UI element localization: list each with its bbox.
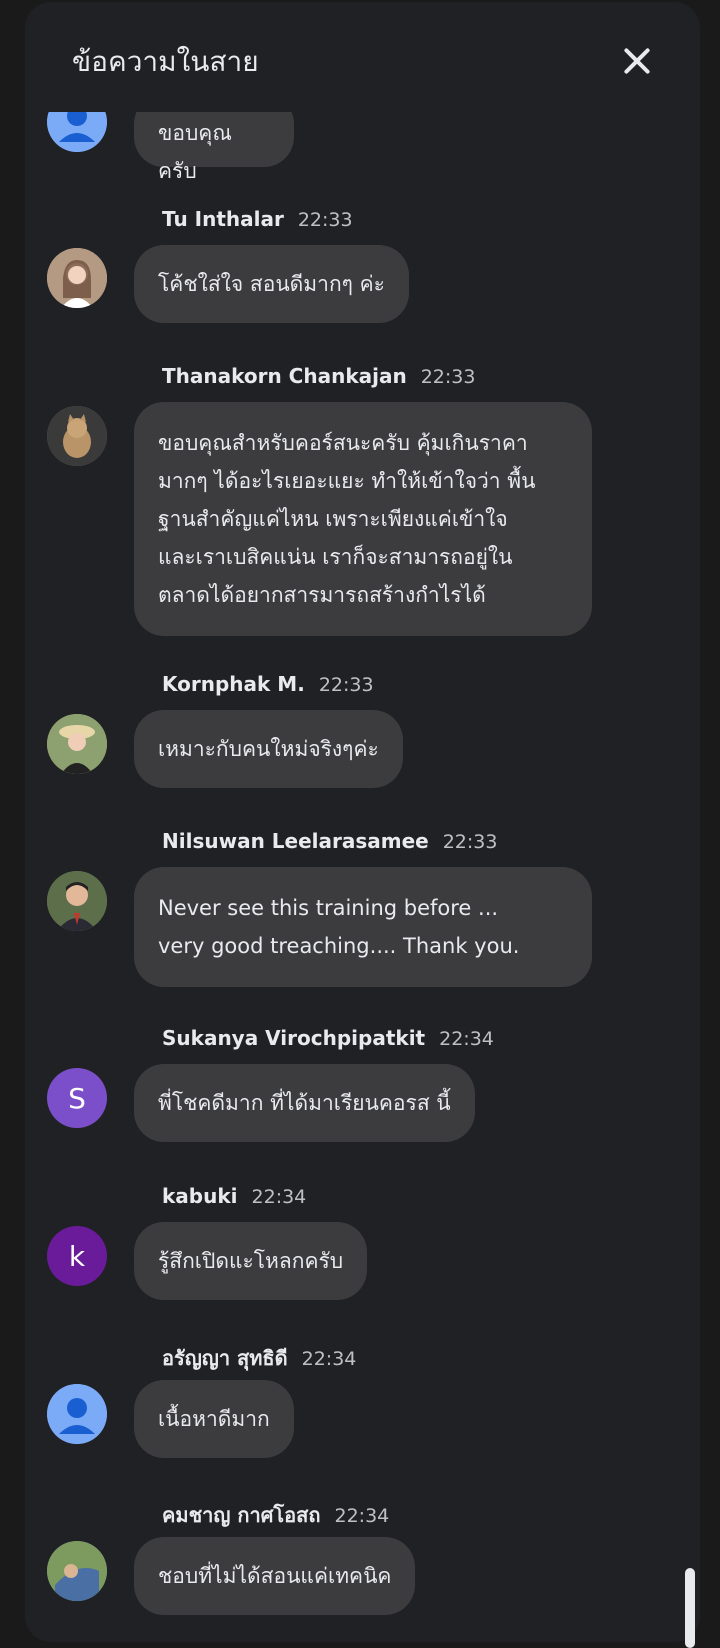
panel-header: ข้อความในสาย xyxy=(25,2,700,112)
close-icon[interactable] xyxy=(619,44,653,78)
avatar xyxy=(47,1384,107,1444)
person-icon xyxy=(47,1384,107,1444)
message-meta: Kornphak M. 22:33 xyxy=(162,672,374,700)
message-meta: อรัญญา สุทธิดี 22:34 xyxy=(162,1342,356,1370)
message-meta: Thanakorn Chankajan 22:33 xyxy=(162,364,475,392)
message-bubble: Never see this training before ... very … xyxy=(134,867,592,987)
message-time: 22:33 xyxy=(420,366,476,388)
avatar xyxy=(47,406,107,466)
message-list[interactable]: ขอบคุณครับ Tu Inthalar 22:33 โค้ชใส่ใจ ส… xyxy=(25,2,700,1642)
message-bubble: เนื้อหาดีมาก xyxy=(134,1380,294,1458)
message-time: 22:34 xyxy=(334,1505,390,1527)
avatar: S xyxy=(47,1068,107,1128)
message-bubble: พี่โชคดีมาก ที่ได้มาเรียนคอรส นี้ xyxy=(134,1064,475,1142)
sender-name: kabuki xyxy=(162,1184,238,1208)
avatar xyxy=(47,248,107,308)
message-time: 22:33 xyxy=(297,209,353,231)
in-call-messages-panel: ขอบคุณครับ Tu Inthalar 22:33 โค้ชใส่ใจ ส… xyxy=(25,2,700,1642)
message-meta: คมชาญ กาศโอสถ 22:34 xyxy=(162,1499,389,1527)
sender-name: Thanakorn Chankajan xyxy=(162,364,407,388)
message-time: 22:33 xyxy=(442,831,498,853)
avatar-photo xyxy=(47,1541,107,1601)
message-bubble: รู้สึกเปิดแะโหลกครับ xyxy=(134,1222,368,1300)
avatar xyxy=(47,1541,107,1601)
message-meta: Sukanya Virochpipatkit 22:34 xyxy=(162,1026,494,1054)
sender-name: Sukanya Virochpipatkit xyxy=(162,1026,426,1050)
message-meta: Nilsuwan Leelarasamee 22:33 xyxy=(162,829,497,857)
message-time: 22:34 xyxy=(439,1028,494,1050)
avatar xyxy=(47,871,107,931)
scrollbar-thumb[interactable] xyxy=(685,1568,695,1648)
message-time: 22:34 xyxy=(301,1348,357,1370)
avatar-photo xyxy=(47,871,107,931)
sender-name: Nilsuwan Leelarasamee xyxy=(162,829,429,853)
avatar xyxy=(47,714,107,774)
sender-name: อรัญญา สุทธิดี xyxy=(162,1346,288,1370)
sender-name: Kornphak M. xyxy=(162,672,305,696)
message-bubble: ชอบที่ไม่ได้สอนแค่เทคนิค xyxy=(134,1537,416,1615)
message-time: 22:33 xyxy=(318,674,374,696)
message-bubble: เหมาะกับคนใหม่จริงๆค่ะ xyxy=(134,710,403,788)
message-meta: kabuki 22:34 xyxy=(162,1184,306,1212)
message-time: 22:34 xyxy=(251,1186,307,1208)
sender-name: คมชาญ กาศโอสถ xyxy=(162,1503,321,1527)
message-meta: Tu Inthalar 22:33 xyxy=(162,207,353,235)
avatar: k xyxy=(47,1226,107,1286)
sender-name: Tu Inthalar xyxy=(162,207,284,231)
message-bubble: ขอบคุณสำหรับคอร์สนะครับ คุ้มเกินราคา มาก… xyxy=(134,402,592,636)
message-bubble: โค้ชใส่ใจ สอนดีมากๆ ค่ะ xyxy=(134,245,409,323)
avatar-photo xyxy=(47,406,107,466)
avatar-photo xyxy=(47,248,107,308)
avatar-photo xyxy=(47,714,107,774)
panel-title: ข้อความในสาย xyxy=(72,45,259,78)
